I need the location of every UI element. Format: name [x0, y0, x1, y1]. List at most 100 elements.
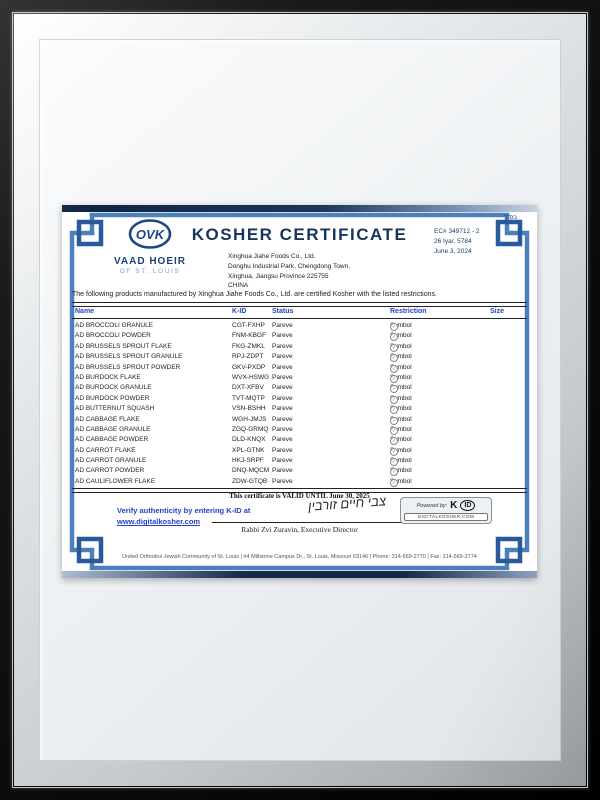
- certificate-number: EC# 349712 - 2: [434, 227, 480, 237]
- symbol-check-icon: ✓: [390, 344, 398, 352]
- product-restriction: ✓Symbol: [390, 353, 412, 360]
- table-row: AD BUTTERNUT SQUASH VSN-BSHH Pareve ✓Symbol: [62, 404, 537, 414]
- hebrew-bsd: בס"ד: [504, 215, 517, 221]
- column-size: Size: [490, 308, 504, 315]
- product-name: AD BUTTERNUT SQUASH: [75, 405, 154, 412]
- product-kid: ZGQ-GRMQ: [232, 426, 268, 433]
- product-status: Pareve: [272, 478, 293, 485]
- product-status: Pareve: [272, 467, 293, 474]
- symbol-check-icon: ✓: [390, 427, 398, 435]
- company-name: Xinghua Jiahe Foods Co., Ltd.: [228, 252, 350, 262]
- product-kid: FNM-KBGF: [232, 332, 266, 339]
- product-status: Pareve: [272, 343, 293, 350]
- symbol-check-icon: ✓: [390, 385, 398, 393]
- column-status: Status: [272, 308, 293, 315]
- product-name: AD BURDOCK POWDER: [75, 395, 149, 402]
- symbol-check-icon: ✓: [390, 479, 398, 487]
- product-name: AD BROCCOLI GRANULE: [75, 322, 153, 329]
- product-kid: RPJ-ZDPT: [232, 353, 263, 360]
- product-restriction: ✓Symbol: [390, 322, 412, 329]
- product-status: Pareve: [272, 322, 293, 329]
- table-row: AD CABBAGE FLAKEWGH-JMJSPareve✓Symbol: [62, 415, 537, 425]
- product-kid: DXT-XFBV: [232, 384, 264, 391]
- table-row: AD BROCCOLI POWDERFNM-KBGFPareve✓Symbol: [62, 331, 537, 341]
- product-restriction: ✓Symbol: [390, 436, 412, 443]
- product-restriction: ✓Symbol: [390, 384, 412, 391]
- kid-logo-oval: ID: [460, 500, 475, 511]
- product-kid: DNQ-MQCM: [232, 467, 269, 474]
- product-kid: VSN-BSHH: [232, 405, 266, 412]
- table-row: AD BURDOCK POWDERTVT-MQTPPareve✓Symbol: [62, 394, 537, 404]
- product-status: Pareve: [272, 332, 293, 339]
- column-name: Name: [75, 308, 94, 315]
- product-restriction: ✓Symbol: [390, 457, 412, 464]
- org-name: VAAD HOEIR: [92, 256, 208, 267]
- digitalkosher-badge-url: DIGITALKOSHER.COM: [404, 513, 488, 521]
- product-status: Pareve: [272, 416, 293, 423]
- table-row: AD CARROT POWDERDNQ-MQCMPareve✓Symbol: [62, 466, 537, 476]
- certification-statement: The following products manufactured by X…: [72, 291, 527, 298]
- table-row: AD BRUSSELS SPROUT POWDERGKV-PXDPPareve✓…: [62, 363, 537, 373]
- powered-by-label: Powered by:: [417, 503, 448, 509]
- symbol-check-icon: ✓: [390, 417, 398, 425]
- product-restriction: ✓Symbol: [390, 343, 412, 350]
- company-city: Xinghua, Jiangsu Province 225755: [228, 272, 350, 282]
- product-rows: AD BROCCOLI GRANULE CGT-FXHP Pareve ✓Symbol…: [62, 321, 537, 487]
- company-country: CHINA: [228, 281, 350, 291]
- product-restriction: ✓Symbol: [390, 364, 412, 371]
- table-row: AD BURDOCK FLAKEWVX-HSWGPareve✓Symbol: [62, 373, 537, 383]
- issue-date: June 3, 2024: [434, 247, 480, 257]
- column-restriction: Restriction: [390, 308, 427, 315]
- product-status: Pareve: [272, 436, 293, 443]
- symbol-check-icon: ✓: [390, 448, 398, 456]
- symbol-check-icon: ✓: [390, 468, 398, 476]
- table-top-rule: [72, 302, 527, 307]
- signature-rule: [212, 522, 424, 523]
- product-restriction: ✓Symbol: [390, 467, 412, 474]
- product-status: Pareve: [272, 405, 293, 412]
- product-kid: HKJ-SRPF: [232, 457, 264, 464]
- table-row: AD CARROT GRANULEHKJ-SRPFPareve✓Symbol: [62, 456, 537, 466]
- table-row: AD BROCCOLI GRANULE CGT-FXHP Pareve ✓Symbol: [62, 321, 537, 331]
- product-restriction: ✓Symbol: [390, 374, 412, 381]
- symbol-check-icon: ✓: [390, 333, 398, 341]
- table-row: AD BURDOCK GRANULEDXT-XFBVPareve✓Symbol: [62, 383, 537, 393]
- signatory-name: Rabbi Zvi Zuravin, Executive Director: [62, 525, 537, 534]
- powered-by-kid-badge: Powered by: K ID DIGITALKOSHER.COM: [400, 497, 492, 524]
- symbol-check-icon: ✓: [390, 354, 398, 362]
- certificate-meta: EC# 349712 - 2 26 Iyar, 5784 June 3, 202…: [434, 227, 480, 257]
- table-row: AD CABBAGE POWDER DLD-KNQX Pareve ✓Symbol: [62, 435, 537, 445]
- product-status: Pareve: [272, 426, 293, 433]
- product-kid: GKV-PXDP: [232, 364, 265, 371]
- table-row: AD CABBAGE GRANULEZGQ-GRMQPareve✓Symbol: [62, 425, 537, 435]
- product-restriction: ✓Symbol: [390, 395, 412, 402]
- product-restriction: ✓Symbol: [390, 416, 412, 423]
- table-row: AD CARROT FLAKEXPL-GTNKPareve✓Symbol: [62, 446, 537, 456]
- product-name: AD BRUSSELS SPROUT FLAKE: [75, 343, 172, 350]
- product-restriction: ✓Symbol: [390, 405, 412, 412]
- kosher-certificate: בס"ד OVK VAAD HOEIR OF ST. LOUIS KOSHER …: [62, 205, 537, 578]
- product-status: Pareve: [272, 353, 293, 360]
- product-name: AD BRUSSELS SPROUT POWDER: [75, 364, 180, 371]
- product-name: AD CARROT GRANULE: [75, 457, 146, 464]
- product-kid: CGT-FXHP: [232, 322, 265, 329]
- symbol-check-icon: ✓: [390, 396, 398, 404]
- product-restriction: ✓Symbol: [390, 332, 412, 339]
- symbol-check-icon: ✓: [390, 437, 398, 445]
- product-name: AD CAULIFLOWER FLAKE: [75, 478, 155, 485]
- table-row: AD BRUSSELS SPROUT FLAKEFKG-ZMKLPareve✓S…: [62, 342, 537, 352]
- column-kid: K-ID: [232, 308, 246, 315]
- symbol-check-icon: ✓: [390, 365, 398, 373]
- table-row: AD CAULIFLOWER FLAKEZDW-GTQBPareve✓Symbo…: [62, 477, 537, 487]
- product-restriction: ✓Symbol: [390, 478, 412, 485]
- kid-logo-k: K: [450, 500, 457, 511]
- product-name: AD BURDOCK GRANULE: [75, 384, 152, 391]
- product-kid: WVX-HSWG: [232, 374, 269, 381]
- product-kid: DLD-KNQX: [232, 436, 266, 443]
- product-status: Pareve: [272, 447, 293, 454]
- product-name: AD CABBAGE POWDER: [75, 436, 148, 443]
- product-kid: TVT-MQTP: [232, 395, 265, 402]
- table-row: AD BRUSSELS SPROUT GRANULERPJ-ZDPTPareve…: [62, 352, 537, 362]
- company-address: Xinghua Jiahe Foods Co., Ltd. Donghu Ind…: [228, 252, 350, 291]
- symbol-check-icon: ✓: [390, 375, 398, 383]
